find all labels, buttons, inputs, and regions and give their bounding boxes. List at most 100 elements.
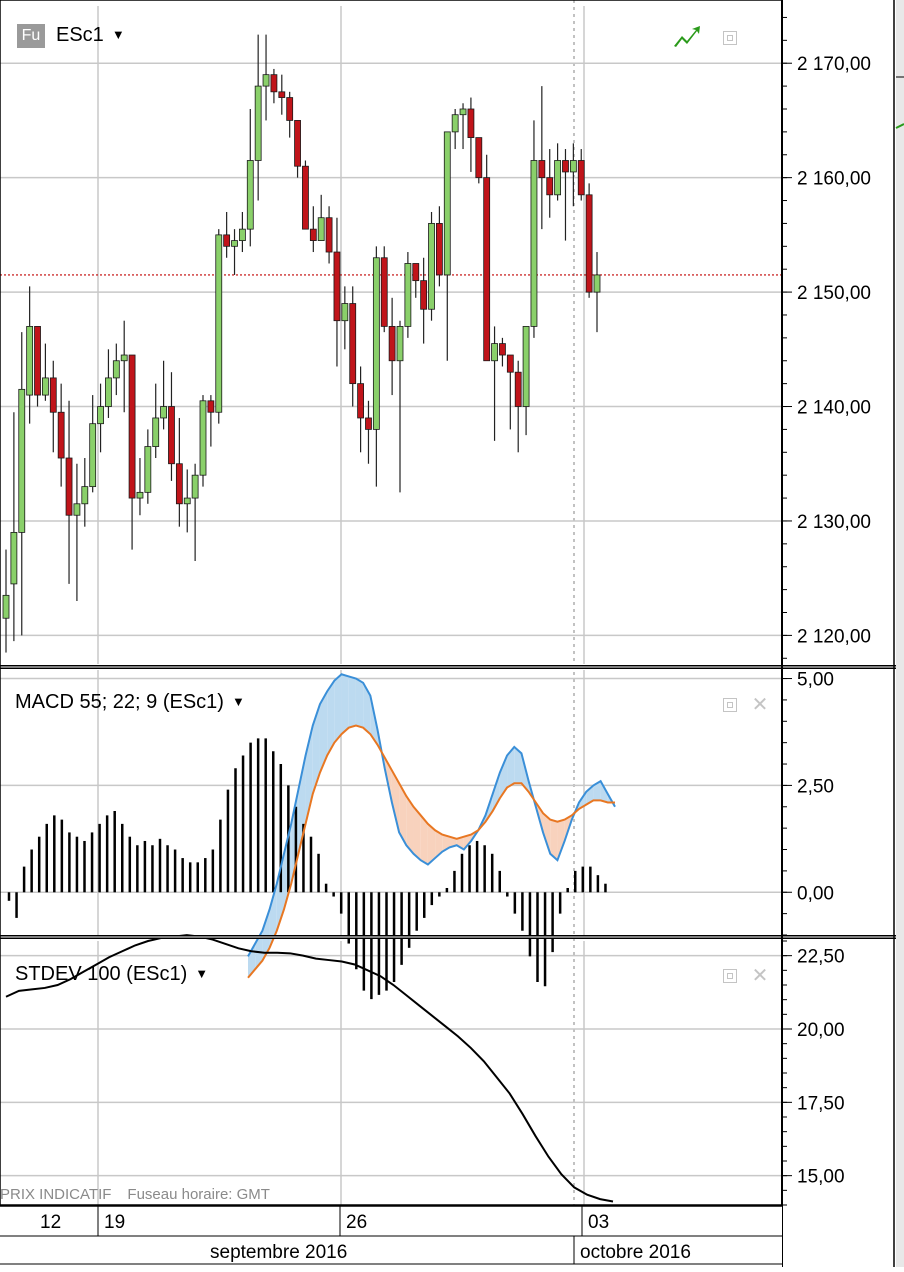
- day-label: 26: [346, 1212, 367, 1233]
- candle-body[interactable]: [514, 371, 522, 407]
- candle-body[interactable]: [593, 274, 601, 293]
- candle-body[interactable]: [562, 160, 569, 173]
- candle-body[interactable]: [231, 240, 238, 247]
- candle-body[interactable]: [160, 406, 168, 419]
- chart-root: 2 120,00 2 130,00 2 140,00 2 150,00 2 160,00…: [0, 0, 904, 1267]
- candle-body[interactable]: [357, 383, 365, 419]
- candle-body[interactable]: [349, 303, 357, 385]
- candle-body[interactable]: [467, 108, 475, 138]
- price-tick-label: 2 150,00: [797, 283, 871, 304]
- candle-body[interactable]: [577, 160, 585, 196]
- candle-body[interactable]: [554, 160, 561, 196]
- candle-body[interactable]: [530, 160, 538, 327]
- candle-body[interactable]: [278, 91, 286, 98]
- macd-tick-label: 0,00: [797, 883, 834, 904]
- candle-body[interactable]: [294, 120, 301, 167]
- macd-title-selector[interactable]: MACD 55; 22; 9 (ESc1) ▼: [15, 691, 245, 714]
- stdev-close-icon[interactable]: ✕: [751, 966, 769, 986]
- candle-body[interactable]: [341, 303, 349, 322]
- candle-body[interactable]: [199, 400, 207, 476]
- candle-body[interactable]: [223, 234, 231, 247]
- candle-body[interactable]: [191, 474, 199, 499]
- candle-body[interactable]: [499, 343, 506, 356]
- macd-tick-label: 2,50: [797, 776, 834, 797]
- stdev-dropdown-caret-icon[interactable]: ▼: [195, 966, 208, 981]
- symbol-selector[interactable]: ESc1 ▼: [56, 24, 125, 47]
- macd-close-icon[interactable]: ✕: [751, 695, 769, 715]
- candle-body[interactable]: [396, 326, 404, 362]
- price-tick-label: 2 140,00: [797, 398, 871, 419]
- price-panel-maximize-icon[interactable]: [723, 31, 737, 45]
- candle-body[interactable]: [120, 354, 128, 362]
- candle-body[interactable]: [89, 423, 97, 488]
- candle-body[interactable]: [569, 160, 577, 173]
- candle-body[interactable]: [506, 354, 514, 373]
- candle-body[interactable]: [42, 377, 49, 396]
- candle-body[interactable]: [420, 280, 428, 310]
- candle-body[interactable]: [128, 354, 136, 499]
- right-scroll-strip[interactable]: [896, 0, 904, 1267]
- candle-body[interactable]: [65, 457, 73, 516]
- candle-body[interactable]: [254, 85, 262, 161]
- candle-body[interactable]: [207, 400, 215, 413]
- candle-body[interactable]: [451, 114, 459, 133]
- macd-dropdown-caret-icon[interactable]: ▼: [232, 694, 245, 709]
- candle-body[interactable]: [73, 503, 81, 516]
- stdev-maximize-icon[interactable]: [723, 969, 737, 983]
- candle-body[interactable]: [215, 234, 223, 413]
- candle-body[interactable]: [483, 177, 491, 362]
- candle-body[interactable]: [435, 223, 443, 276]
- candle-body[interactable]: [491, 343, 498, 362]
- candle-body[interactable]: [475, 137, 483, 179]
- candle-body[interactable]: [49, 377, 57, 413]
- candle-body[interactable]: [365, 417, 372, 430]
- candle-body[interactable]: [81, 486, 89, 505]
- symbol-type-badge[interactable]: Fu: [17, 24, 45, 48]
- dropdown-caret-icon[interactable]: ▼: [112, 27, 125, 42]
- candle-body[interactable]: [585, 194, 593, 293]
- indicative-price-note: PRIX INDICATIF: [0, 1186, 112, 1203]
- candle-body[interactable]: [546, 177, 554, 196]
- stdev-title-selector[interactable]: STDEV 100 (ESc1) ▼: [15, 963, 208, 986]
- timezone-note: Fuseau horaire: GMT: [127, 1186, 270, 1203]
- candle-body[interactable]: [97, 406, 104, 425]
- candle-body[interactable]: [412, 263, 420, 282]
- candle-body[interactable]: [262, 74, 270, 87]
- candle-body[interactable]: [168, 406, 175, 465]
- candle-body[interactable]: [238, 228, 246, 241]
- candle-body[interactable]: [57, 411, 65, 459]
- candle-body[interactable]: [325, 217, 333, 253]
- candle-body[interactable]: [34, 326, 41, 396]
- candle-body[interactable]: [144, 446, 152, 493]
- candle-body[interactable]: [10, 532, 18, 585]
- price-tick-label: 2 130,00: [797, 512, 871, 533]
- candle-body[interactable]: [309, 228, 317, 241]
- candle-body[interactable]: [333, 251, 341, 322]
- candle-body[interactable]: [246, 160, 254, 230]
- candle-body[interactable]: [286, 97, 294, 121]
- candle-body[interactable]: [152, 417, 160, 447]
- candle-body[interactable]: [428, 223, 435, 310]
- candle-body[interactable]: [459, 108, 467, 116]
- candle-body[interactable]: [112, 360, 120, 379]
- candle-body[interactable]: [2, 594, 10, 619]
- candle-body[interactable]: [404, 263, 412, 327]
- candle-body[interactable]: [388, 326, 396, 362]
- candle-body[interactable]: [443, 131, 451, 276]
- chart-canvas: 2 120,00 2 130,00 2 140,00 2 150,00 2 160,00…: [0, 0, 904, 1267]
- candle-body[interactable]: [538, 160, 546, 179]
- candle-body[interactable]: [105, 377, 112, 407]
- candle-body[interactable]: [302, 165, 309, 230]
- candle-body[interactable]: [183, 497, 191, 505]
- candle-body[interactable]: [18, 388, 26, 533]
- candle-body[interactable]: [270, 74, 278, 93]
- candle-body[interactable]: [380, 257, 388, 327]
- trend-arrow-icon[interactable]: [672, 24, 702, 50]
- candle-body[interactable]: [136, 491, 144, 499]
- macd-maximize-icon[interactable]: [723, 698, 737, 712]
- candle-body[interactable]: [26, 326, 34, 396]
- candle-body[interactable]: [372, 257, 380, 430]
- candle-body[interactable]: [522, 326, 530, 407]
- candle-body[interactable]: [317, 217, 325, 241]
- candle-body[interactable]: [175, 463, 183, 505]
